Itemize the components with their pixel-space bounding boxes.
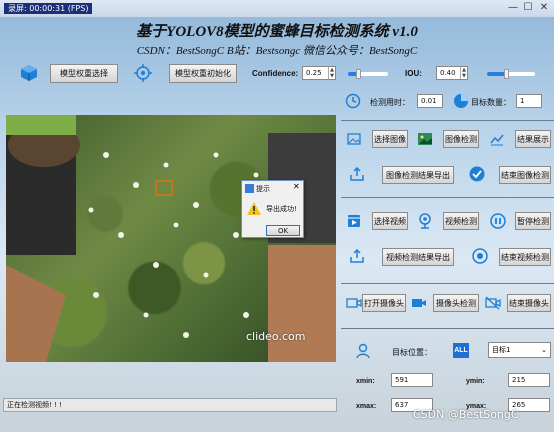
dialog-title: 提示 — [256, 185, 270, 193]
pause-detect-button[interactable]: 暂停检测 — [515, 212, 551, 230]
target-icon — [134, 64, 152, 82]
dialog-close-button[interactable]: ✕ — [293, 182, 300, 191]
divider — [341, 120, 554, 121]
dialog-ok-button[interactable]: OK — [266, 225, 300, 236]
app-subtitle: CSDN：BestSongC B站：Bestsongc 微信公众号：BestSo… — [136, 45, 418, 57]
image-detect-button[interactable]: 图像检测 — [443, 130, 479, 148]
recording-badge: 录屏: 00:00:31 (FPS) — [4, 3, 93, 14]
xmax-label: xmax: — [356, 403, 377, 410]
confidence-value: 0.25 — [306, 69, 322, 77]
flower-image — [6, 115, 336, 362]
iou-slider[interactable] — [487, 69, 535, 79]
maximize-button[interactable]: ☐ — [522, 2, 534, 14]
video-export-button[interactable]: 视频检测结果导出 — [382, 248, 454, 266]
video-detect-button[interactable]: 视频检测 — [443, 212, 479, 230]
clock-icon — [345, 93, 361, 109]
pie-chart-icon — [453, 93, 469, 109]
close-window-button[interactable]: ✕ — [538, 2, 550, 14]
iou-label: IOU: — [405, 69, 422, 78]
divider — [341, 283, 554, 284]
open-camera-button[interactable]: 打开摄像头 — [362, 294, 406, 312]
camera-icon — [346, 296, 362, 310]
target-position-label: 目标位置： — [392, 348, 432, 357]
warning-icon — [247, 202, 261, 215]
iou-spinbox[interactable]: 0.40 ▲ ▼ — [436, 66, 468, 80]
select-video-button[interactable]: 选择视频 — [372, 212, 408, 230]
ymin-value: 215 — [508, 373, 550, 387]
dialog-message: 导出成功! — [266, 205, 297, 213]
picture-icon — [417, 131, 433, 147]
xmin-value: 591 — [391, 373, 433, 387]
info-icon — [245, 184, 254, 193]
count-value: 1 — [516, 94, 542, 108]
camera-detect-button[interactable]: 摄像头检测 — [433, 294, 479, 312]
select-image-button[interactable]: 选择图像 — [372, 130, 408, 148]
target-select-value: 目标1 — [492, 346, 511, 354]
minimize-button[interactable]: — — [507, 2, 519, 14]
divider — [341, 197, 554, 198]
app-title: 基于YOLOV8模型的蜜蜂目标检测系统 v1.0 — [136, 24, 418, 40]
image-icon — [347, 132, 361, 146]
all-badge: ALL — [453, 343, 469, 358]
end-camera-button[interactable]: 结束摄像头 — [507, 294, 551, 312]
iou-value: 0.40 — [440, 69, 456, 77]
divider — [341, 328, 554, 329]
model-weight-init-button[interactable]: 模型权重初始化 — [169, 64, 237, 83]
chevron-down-icon: ⌄ — [541, 346, 547, 354]
image-watermark: clideo.com — [246, 330, 306, 343]
video-file-icon — [347, 214, 361, 228]
time-label: 检测用时： — [370, 98, 410, 107]
line-chart-icon — [490, 132, 504, 146]
cube-icon — [20, 64, 38, 82]
target-select[interactable]: 目标1 ⌄ — [488, 342, 551, 358]
confidence-slider[interactable] — [348, 69, 388, 79]
stop-icon — [472, 248, 488, 264]
pause-icon — [490, 213, 506, 229]
footer-watermark: CSDN @BestSongC — [413, 408, 519, 421]
confidence-label: Confidence: — [252, 69, 299, 78]
spin-arrows-icon[interactable]: ▲ ▼ — [328, 67, 335, 79]
window-titlebar: 录屏: 00:00:31 (FPS) — ☐ ✕ — [0, 0, 554, 17]
model-weight-select-button[interactable]: 模型权重选择 — [50, 64, 118, 83]
slider-handle[interactable] — [356, 69, 361, 79]
upload-icon — [350, 167, 364, 181]
image-export-button[interactable]: 图像检测结果导出 — [382, 166, 454, 184]
end-image-detect-button[interactable]: 结束图像检测 — [499, 166, 551, 184]
spin-arrows-icon[interactable]: ▲ ▼ — [460, 67, 467, 79]
time-value: 0.01 — [417, 94, 443, 108]
camera-off-icon — [485, 296, 501, 310]
location-icon — [356, 343, 370, 359]
end-video-detect-button[interactable]: 结束视频检测 — [499, 248, 551, 266]
show-result-button[interactable]: 结果展示 — [515, 130, 551, 148]
slider-handle[interactable] — [504, 69, 510, 79]
message-dialog: 提示 ✕ 导出成功! OK — [241, 180, 304, 238]
upload-icon — [350, 249, 364, 263]
video-camera-icon — [411, 296, 427, 310]
count-label: 目标数量： — [471, 98, 511, 107]
detection-image-view: clideo.com — [6, 115, 336, 362]
confidence-spinbox[interactable]: 0.25 ▲ ▼ — [302, 66, 336, 80]
ymin-label: ymin: — [466, 378, 485, 385]
status-bar: 正在检测视频! ! ! — [3, 398, 337, 412]
webcam-icon — [418, 213, 432, 229]
xmin-label: xmin: — [356, 378, 375, 385]
check-icon — [469, 166, 485, 182]
